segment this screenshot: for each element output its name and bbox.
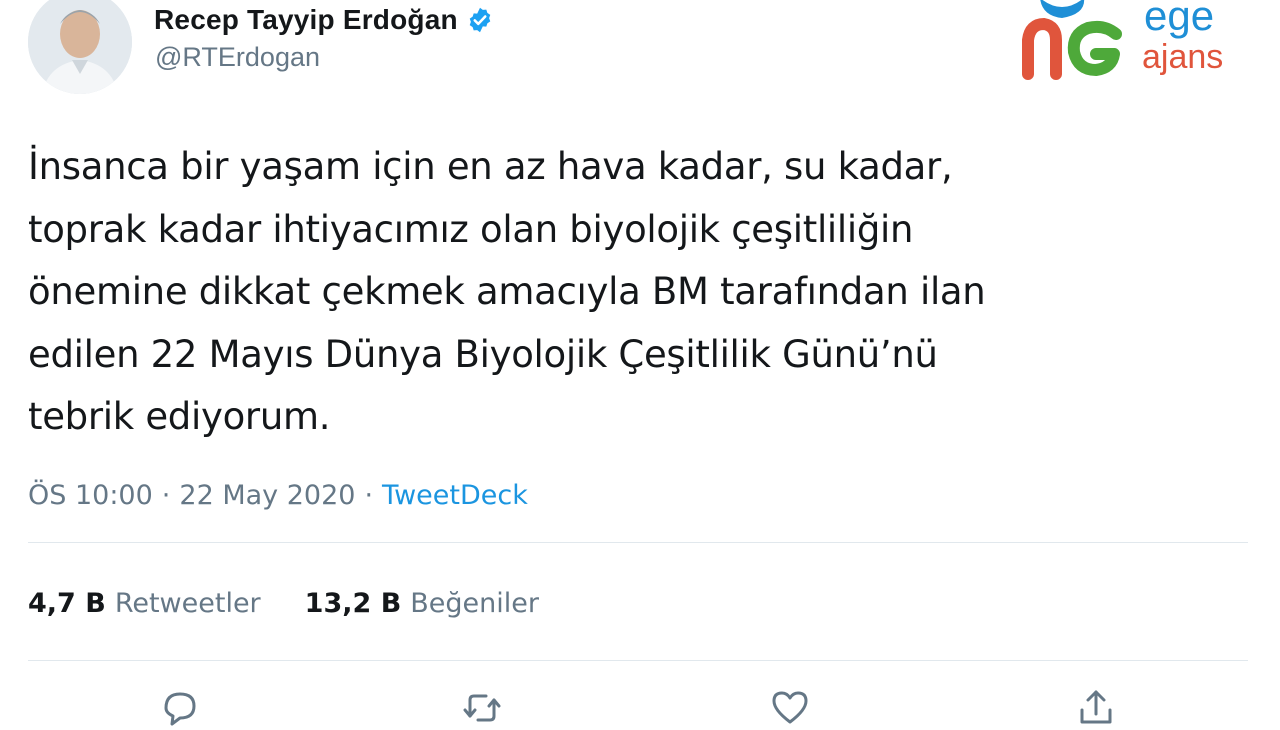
meta-separator: · <box>161 480 171 511</box>
retweets-count: 4,7 B <box>28 588 106 619</box>
logo-text-ege: ege <box>1144 0 1214 39</box>
meta-separator: · <box>364 480 374 511</box>
likes-count: 13,2 B <box>304 588 402 619</box>
logo-text-ajans: ajans <box>1142 38 1223 76</box>
retweets-stat[interactable]: 4,7 B Retweetler <box>28 588 261 619</box>
tweet-text-line: toprak kadar ihtiyacımız olan biyolojik … <box>28 207 914 251</box>
tweet-source-link[interactable]: TweetDeck <box>382 480 528 511</box>
likes-label: Beğeniler <box>410 588 539 619</box>
tweet-text-line: İnsanca bir yaşam için en az hava kadar,… <box>28 145 953 188</box>
tweet-action-bar <box>0 686 1280 726</box>
tweet-stats: 4,7 B Retweetler 13,2 B Beğeniler <box>28 588 539 619</box>
likes-stat[interactable]: 13,2 B Beğeniler <box>305 588 539 619</box>
heart-icon[interactable] <box>768 686 812 730</box>
author-handle[interactable]: @RTErdogan <box>155 42 320 73</box>
retweets-label: Retweetler <box>114 588 261 619</box>
reply-icon[interactable] <box>158 686 202 730</box>
tweet-time[interactable]: ÖS 10:00 <box>28 480 153 511</box>
share-icon[interactable] <box>1074 686 1118 730</box>
author-display-name[interactable]: Recep Tayyip Erdoğan <box>154 4 458 36</box>
author-name-row[interactable]: Recep Tayyip Erdoğan <box>154 2 494 38</box>
tweet-text: İnsanca bir yaşam için en az hava kadar,… <box>28 136 1228 449</box>
author-avatar[interactable] <box>28 0 132 94</box>
tweet-date[interactable]: 22 May 2020 <box>179 480 355 511</box>
divider <box>28 542 1248 543</box>
tweet-text-line: edilen 22 Mayıs Dünya Biyolojik Çeşitlil… <box>28 332 938 376</box>
tweet-meta: ÖS 10:00 · 22 May 2020 · TweetDeck <box>28 480 528 511</box>
divider <box>28 660 1248 661</box>
retweet-icon[interactable] <box>460 686 504 730</box>
tweet-text-line: tebrik ediyorum. <box>28 395 331 438</box>
tweet-text-line: önemine dikkat çekmek amacıyla BM tarafı… <box>28 270 986 313</box>
ege-ajans-logo: ege ajans <box>1022 0 1242 90</box>
verified-badge-icon <box>466 6 494 34</box>
